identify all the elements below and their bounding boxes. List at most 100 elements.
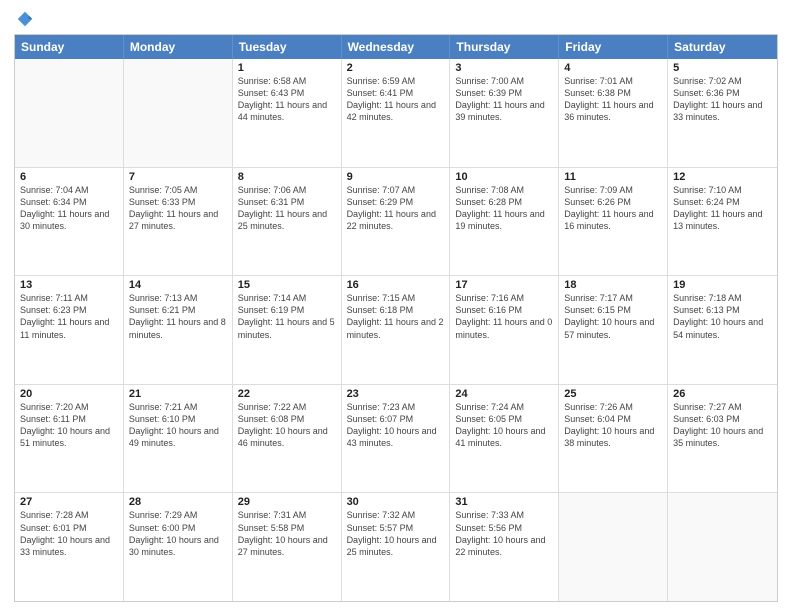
day-number: 5 bbox=[673, 62, 772, 74]
day-number: 1 bbox=[238, 62, 336, 74]
day-number: 15 bbox=[238, 279, 336, 291]
day-cell-31: 31Sunrise: 7:33 AMSunset: 5:56 PMDayligh… bbox=[450, 493, 559, 601]
day-cell-5: 5Sunrise: 7:02 AMSunset: 6:36 PMDaylight… bbox=[668, 59, 777, 167]
day-of-week-monday: Monday bbox=[124, 35, 233, 59]
day-of-week-wednesday: Wednesday bbox=[342, 35, 451, 59]
day-detail: Sunrise: 7:29 AMSunset: 6:00 PMDaylight:… bbox=[129, 509, 227, 558]
day-number: 4 bbox=[564, 62, 662, 74]
page: SundayMondayTuesdayWednesdayThursdayFrid… bbox=[0, 0, 792, 612]
header bbox=[14, 10, 778, 28]
day-detail: Sunrise: 7:09 AMSunset: 6:26 PMDaylight:… bbox=[564, 184, 662, 233]
day-cell-6: 6Sunrise: 7:04 AMSunset: 6:34 PMDaylight… bbox=[15, 168, 124, 276]
day-detail: Sunrise: 7:06 AMSunset: 6:31 PMDaylight:… bbox=[238, 184, 336, 233]
day-cell-13: 13Sunrise: 7:11 AMSunset: 6:23 PMDayligh… bbox=[15, 276, 124, 384]
day-detail: Sunrise: 7:07 AMSunset: 6:29 PMDaylight:… bbox=[347, 184, 445, 233]
day-cell-26: 26Sunrise: 7:27 AMSunset: 6:03 PMDayligh… bbox=[668, 385, 777, 493]
day-cell-28: 28Sunrise: 7:29 AMSunset: 6:00 PMDayligh… bbox=[124, 493, 233, 601]
day-cell-29: 29Sunrise: 7:31 AMSunset: 5:58 PMDayligh… bbox=[233, 493, 342, 601]
day-of-week-friday: Friday bbox=[559, 35, 668, 59]
logo-icon bbox=[16, 10, 34, 28]
day-detail: Sunrise: 7:33 AMSunset: 5:56 PMDaylight:… bbox=[455, 509, 553, 558]
day-number: 12 bbox=[673, 171, 772, 183]
day-number: 17 bbox=[455, 279, 553, 291]
day-detail: Sunrise: 7:15 AMSunset: 6:18 PMDaylight:… bbox=[347, 292, 445, 341]
day-detail: Sunrise: 7:05 AMSunset: 6:33 PMDaylight:… bbox=[129, 184, 227, 233]
day-number: 25 bbox=[564, 388, 662, 400]
day-detail: Sunrise: 7:04 AMSunset: 6:34 PMDaylight:… bbox=[20, 184, 118, 233]
day-number: 22 bbox=[238, 388, 336, 400]
day-cell-18: 18Sunrise: 7:17 AMSunset: 6:15 PMDayligh… bbox=[559, 276, 668, 384]
day-number: 2 bbox=[347, 62, 445, 74]
day-cell-2: 2Sunrise: 6:59 AMSunset: 6:41 PMDaylight… bbox=[342, 59, 451, 167]
day-of-week-thursday: Thursday bbox=[450, 35, 559, 59]
day-number: 21 bbox=[129, 388, 227, 400]
day-number: 18 bbox=[564, 279, 662, 291]
calendar-week-5: 27Sunrise: 7:28 AMSunset: 6:01 PMDayligh… bbox=[15, 492, 777, 601]
empty-cell bbox=[668, 493, 777, 601]
day-cell-8: 8Sunrise: 7:06 AMSunset: 6:31 PMDaylight… bbox=[233, 168, 342, 276]
day-detail: Sunrise: 7:32 AMSunset: 5:57 PMDaylight:… bbox=[347, 509, 445, 558]
day-detail: Sunrise: 7:16 AMSunset: 6:16 PMDaylight:… bbox=[455, 292, 553, 341]
day-number: 7 bbox=[129, 171, 227, 183]
day-number: 19 bbox=[673, 279, 772, 291]
day-cell-23: 23Sunrise: 7:23 AMSunset: 6:07 PMDayligh… bbox=[342, 385, 451, 493]
day-cell-21: 21Sunrise: 7:21 AMSunset: 6:10 PMDayligh… bbox=[124, 385, 233, 493]
day-cell-1: 1Sunrise: 6:58 AMSunset: 6:43 PMDaylight… bbox=[233, 59, 342, 167]
day-number: 10 bbox=[455, 171, 553, 183]
day-cell-19: 19Sunrise: 7:18 AMSunset: 6:13 PMDayligh… bbox=[668, 276, 777, 384]
day-detail: Sunrise: 7:08 AMSunset: 6:28 PMDaylight:… bbox=[455, 184, 553, 233]
calendar: SundayMondayTuesdayWednesdayThursdayFrid… bbox=[14, 34, 778, 602]
day-cell-9: 9Sunrise: 7:07 AMSunset: 6:29 PMDaylight… bbox=[342, 168, 451, 276]
day-number: 16 bbox=[347, 279, 445, 291]
day-detail: Sunrise: 7:17 AMSunset: 6:15 PMDaylight:… bbox=[564, 292, 662, 341]
day-detail: Sunrise: 7:00 AMSunset: 6:39 PMDaylight:… bbox=[455, 75, 553, 124]
day-detail: Sunrise: 7:24 AMSunset: 6:05 PMDaylight:… bbox=[455, 401, 553, 450]
day-detail: Sunrise: 7:31 AMSunset: 5:58 PMDaylight:… bbox=[238, 509, 336, 558]
day-cell-30: 30Sunrise: 7:32 AMSunset: 5:57 PMDayligh… bbox=[342, 493, 451, 601]
day-detail: Sunrise: 7:20 AMSunset: 6:11 PMDaylight:… bbox=[20, 401, 118, 450]
day-detail: Sunrise: 7:23 AMSunset: 6:07 PMDaylight:… bbox=[347, 401, 445, 450]
day-cell-17: 17Sunrise: 7:16 AMSunset: 6:16 PMDayligh… bbox=[450, 276, 559, 384]
day-number: 31 bbox=[455, 496, 553, 508]
empty-cell bbox=[559, 493, 668, 601]
day-cell-14: 14Sunrise: 7:13 AMSunset: 6:21 PMDayligh… bbox=[124, 276, 233, 384]
day-detail: Sunrise: 7:28 AMSunset: 6:01 PMDaylight:… bbox=[20, 509, 118, 558]
day-detail: Sunrise: 7:14 AMSunset: 6:19 PMDaylight:… bbox=[238, 292, 336, 341]
empty-cell bbox=[124, 59, 233, 167]
calendar-body: 1Sunrise: 6:58 AMSunset: 6:43 PMDaylight… bbox=[15, 59, 777, 601]
day-cell-15: 15Sunrise: 7:14 AMSunset: 6:19 PMDayligh… bbox=[233, 276, 342, 384]
day-cell-12: 12Sunrise: 7:10 AMSunset: 6:24 PMDayligh… bbox=[668, 168, 777, 276]
day-cell-25: 25Sunrise: 7:26 AMSunset: 6:04 PMDayligh… bbox=[559, 385, 668, 493]
day-number: 26 bbox=[673, 388, 772, 400]
day-detail: Sunrise: 6:59 AMSunset: 6:41 PMDaylight:… bbox=[347, 75, 445, 124]
day-detail: Sunrise: 7:18 AMSunset: 6:13 PMDaylight:… bbox=[673, 292, 772, 341]
calendar-header: SundayMondayTuesdayWednesdayThursdayFrid… bbox=[15, 35, 777, 59]
day-number: 28 bbox=[129, 496, 227, 508]
day-number: 30 bbox=[347, 496, 445, 508]
day-detail: Sunrise: 7:27 AMSunset: 6:03 PMDaylight:… bbox=[673, 401, 772, 450]
day-detail: Sunrise: 6:58 AMSunset: 6:43 PMDaylight:… bbox=[238, 75, 336, 124]
day-detail: Sunrise: 7:21 AMSunset: 6:10 PMDaylight:… bbox=[129, 401, 227, 450]
day-detail: Sunrise: 7:13 AMSunset: 6:21 PMDaylight:… bbox=[129, 292, 227, 341]
day-number: 9 bbox=[347, 171, 445, 183]
day-cell-11: 11Sunrise: 7:09 AMSunset: 6:26 PMDayligh… bbox=[559, 168, 668, 276]
day-cell-16: 16Sunrise: 7:15 AMSunset: 6:18 PMDayligh… bbox=[342, 276, 451, 384]
day-cell-20: 20Sunrise: 7:20 AMSunset: 6:11 PMDayligh… bbox=[15, 385, 124, 493]
day-of-week-sunday: Sunday bbox=[15, 35, 124, 59]
logo bbox=[14, 10, 34, 28]
day-number: 13 bbox=[20, 279, 118, 291]
day-number: 8 bbox=[238, 171, 336, 183]
day-cell-3: 3Sunrise: 7:00 AMSunset: 6:39 PMDaylight… bbox=[450, 59, 559, 167]
empty-cell bbox=[15, 59, 124, 167]
day-cell-7: 7Sunrise: 7:05 AMSunset: 6:33 PMDaylight… bbox=[124, 168, 233, 276]
day-detail: Sunrise: 7:10 AMSunset: 6:24 PMDaylight:… bbox=[673, 184, 772, 233]
day-number: 11 bbox=[564, 171, 662, 183]
calendar-week-3: 13Sunrise: 7:11 AMSunset: 6:23 PMDayligh… bbox=[15, 275, 777, 384]
day-number: 29 bbox=[238, 496, 336, 508]
calendar-week-1: 1Sunrise: 6:58 AMSunset: 6:43 PMDaylight… bbox=[15, 59, 777, 167]
day-detail: Sunrise: 7:11 AMSunset: 6:23 PMDaylight:… bbox=[20, 292, 118, 341]
day-of-week-tuesday: Tuesday bbox=[233, 35, 342, 59]
day-number: 20 bbox=[20, 388, 118, 400]
day-cell-10: 10Sunrise: 7:08 AMSunset: 6:28 PMDayligh… bbox=[450, 168, 559, 276]
day-detail: Sunrise: 7:02 AMSunset: 6:36 PMDaylight:… bbox=[673, 75, 772, 124]
